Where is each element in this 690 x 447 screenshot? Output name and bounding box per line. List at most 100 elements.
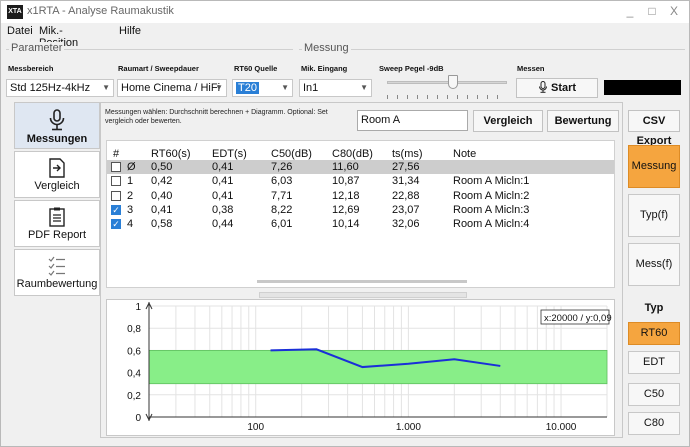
type-rt60-button[interactable]: RT60 xyxy=(628,322,680,345)
tab-pdf-report[interactable]: PDF Report xyxy=(14,200,100,247)
table-row[interactable]: 1 0,42 0,41 6,03 10,87 31,34 Room A Micln:1 xyxy=(107,174,614,188)
cell-edt: 0,41 xyxy=(212,189,234,202)
minimize-icon[interactable]: _ xyxy=(622,4,638,18)
mess-f-view-button[interactable]: Mess(f) xyxy=(628,243,680,286)
cell-rt60: 0,50 xyxy=(151,161,173,173)
cell-c80: 10,87 xyxy=(332,175,360,188)
vergleich-button[interactable]: Vergleich xyxy=(473,110,543,132)
type-c80-button[interactable]: C80 xyxy=(628,412,680,435)
cell-number: 2 xyxy=(127,189,134,202)
mik-eingang-label: Mik. Eingang xyxy=(301,64,348,73)
tab-messungen[interactable]: Messungen xyxy=(14,102,100,149)
cell-number: Ø xyxy=(127,161,136,173)
table-row[interactable]: ✓ 4 0,58 0,44 6,01 10,14 32,06 Room A Micln:4 xyxy=(107,217,614,231)
cell-ts: 32,06 xyxy=(392,218,420,231)
type-c50-button[interactable]: C50 xyxy=(628,383,680,406)
table-row[interactable]: Ø 0,50 0,41 7,26 11,60 27,56 xyxy=(107,160,614,174)
chevron-down-icon: ▼ xyxy=(281,83,289,92)
cell-number: 4 xyxy=(127,218,134,231)
rt60-source-label: RT60 Quelle xyxy=(234,64,278,73)
cell-c80: 12,69 xyxy=(332,203,360,216)
cell-c50: 7,71 xyxy=(271,189,293,202)
raumart-label: Raumart / Sweepdauer xyxy=(118,64,199,73)
y-tick-label: 1 xyxy=(135,302,141,313)
cell-edt: 0,44 xyxy=(212,218,234,231)
microphone-icon xyxy=(49,109,65,131)
rt60-chart: 0 0,2 0,4 0,6 0,8 1 100 1.000 10.000 x:20000 / y:… xyxy=(106,299,615,436)
cell-c50: 6,01 xyxy=(271,218,293,231)
rt60-source-select[interactable]: T20 ▼ xyxy=(232,79,293,97)
col-header-ts[interactable]: ts(ms) xyxy=(392,148,423,160)
cell-number: 3 xyxy=(127,203,134,216)
typ-f-view-button[interactable]: Typ(f) xyxy=(628,194,680,237)
raumart-select[interactable]: Home Cinema / HiFi ▼ xyxy=(117,79,227,97)
row-checkbox[interactable]: ✓ xyxy=(111,219,121,230)
bewertung-button[interactable]: Bewertung xyxy=(547,110,619,132)
mik-eingang-select[interactable]: In1 ▼ xyxy=(299,79,372,97)
cell-note: Room A Micln:2 xyxy=(453,189,530,202)
tab-vergleich[interactable]: Vergleich xyxy=(14,151,100,198)
messbereich-value: Std 125Hz-4kHz xyxy=(10,82,91,94)
chevron-down-icon: ▼ xyxy=(215,83,223,92)
y-tick-label: 0 xyxy=(135,413,141,424)
cell-c80: 10,14 xyxy=(332,218,360,231)
type-edt-button[interactable]: EDT xyxy=(628,351,680,374)
panel-splitter[interactable] xyxy=(259,292,467,298)
row-checkbox[interactable] xyxy=(111,162,121,172)
cell-c50: 7,26 xyxy=(271,161,293,173)
messung-group-label: Messung xyxy=(302,42,351,54)
mik-eingang-value: In1 xyxy=(303,82,319,94)
row-checkbox[interactable]: ✓ xyxy=(111,204,121,215)
col-header-note[interactable]: Note xyxy=(453,148,476,160)
slider-ticks xyxy=(387,95,507,99)
csv-export-button[interactable]: CSV Export xyxy=(628,110,680,147)
cell-ts: 27,56 xyxy=(392,161,420,173)
target-band xyxy=(148,350,608,385)
cell-note: Room A Micln:3 xyxy=(453,203,530,216)
chevron-down-icon: ▼ xyxy=(102,83,110,92)
cell-ts: 31,34 xyxy=(392,175,420,188)
sweep-level-slider-thumb[interactable] xyxy=(448,75,458,89)
chart-svg[interactable]: 0 0,2 0,4 0,6 0,8 1 100 1.000 10.000 x:20000 / y:… xyxy=(107,300,614,435)
menu-datei[interactable]: Datei xyxy=(7,25,33,37)
close-icon[interactable]: X xyxy=(666,4,682,18)
sweep-level-slider[interactable] xyxy=(387,81,507,84)
y-tick-label: 0,4 xyxy=(127,369,141,380)
col-header-number[interactable]: # xyxy=(113,148,119,160)
x-tick-label: 1.000 xyxy=(396,422,421,433)
col-header-c50[interactable]: C50(dB) xyxy=(271,148,312,160)
scrollbar-thumb[interactable] xyxy=(257,280,467,283)
table-row[interactable]: ✓ 3 0,41 0,38 8,22 12,69 23,07 Room A Micln:3 xyxy=(107,203,614,217)
report-document-icon xyxy=(49,207,65,227)
cell-c50: 8,22 xyxy=(271,203,293,216)
window-title: x1RTA - Analyse Raumakustik xyxy=(27,5,174,17)
table-row[interactable]: 2 0,40 0,41 7,71 12,18 22,88 Room A Micln:2 xyxy=(107,189,614,203)
menu-hilfe[interactable]: Hilfe xyxy=(119,25,141,37)
maximize-icon[interactable]: □ xyxy=(644,4,660,18)
row-checkbox[interactable] xyxy=(111,190,121,201)
messbereich-select[interactable]: Std 125Hz-4kHz ▼ xyxy=(6,79,114,97)
start-label: Start xyxy=(551,82,577,94)
cell-number: 1 xyxy=(127,175,134,188)
tab-vergleich-label: Vergleich xyxy=(34,180,80,192)
y-tick-label: 0,6 xyxy=(127,346,141,357)
cell-edt: 0,41 xyxy=(212,161,234,173)
messung-group-border xyxy=(299,49,685,50)
cell-c80: 11,60 xyxy=(332,161,359,173)
y-tick-label: 0,2 xyxy=(127,391,141,402)
row-checkbox[interactable] xyxy=(111,176,121,187)
cell-edt: 0,41 xyxy=(212,175,234,188)
cell-note: Room A Micln:1 xyxy=(453,175,530,188)
col-header-rt60[interactable]: RT60(s) xyxy=(151,148,191,160)
measurement-name-input[interactable]: Room A xyxy=(357,110,468,131)
col-header-edt[interactable]: EDT(s) xyxy=(212,148,247,160)
cell-rt60: 0,42 xyxy=(151,175,173,188)
messung-view-button[interactable]: Messung xyxy=(628,145,680,188)
table-horizontal-scrollbar[interactable] xyxy=(107,278,614,286)
parameter-group-label: Parameter xyxy=(9,42,65,54)
col-header-c80[interactable]: C80(dB) xyxy=(332,148,373,160)
tab-raumbewertung[interactable]: Raumbewertung xyxy=(14,249,100,296)
cell-c80: 12,18 xyxy=(332,189,360,202)
microphone-icon xyxy=(538,81,547,93)
start-button[interactable]: Start xyxy=(516,78,598,98)
